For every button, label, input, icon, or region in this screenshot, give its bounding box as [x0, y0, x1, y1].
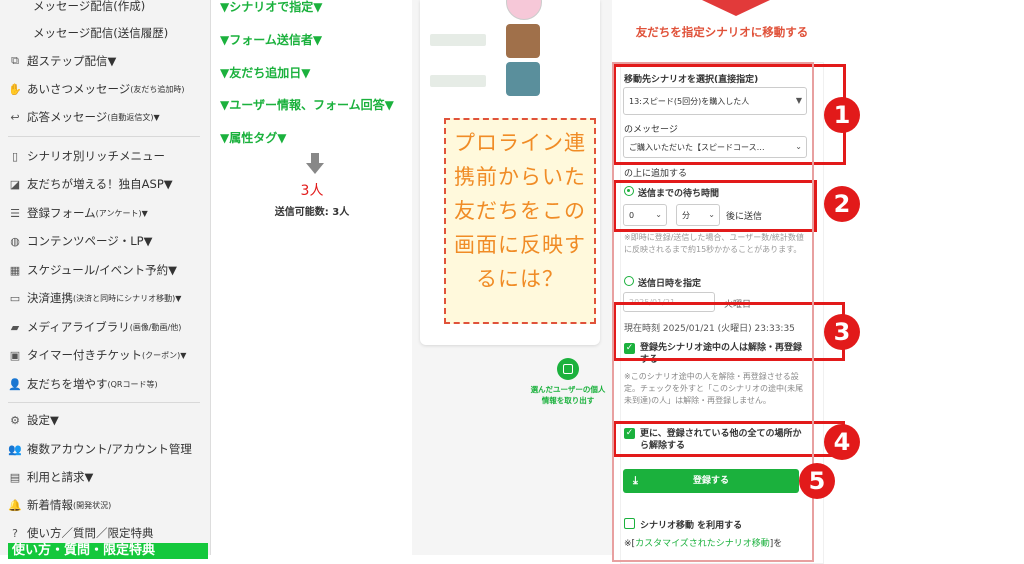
sidebar-item-note: (決済と同時にシナリオ移動)▼ [73, 293, 182, 303]
sidebar-item-form[interactable]: ☰ 登録フォーム (アンケート)▼ [8, 205, 206, 221]
sidebar-item-note: (アンケート)▼ [95, 208, 148, 218]
sidebar-item-label: あいさつメッセージ [27, 82, 131, 96]
annotation-number-3: 3 [824, 314, 860, 350]
filter-tags[interactable]: ▼属性タグ▼ [220, 129, 286, 146]
sidebar-item-label: 使い方／質問／限定特典 [27, 526, 154, 540]
hand-icon: ✋ [8, 82, 22, 96]
panel-title: 友だちを指定シナリオに移動する [635, 25, 809, 39]
user-plus-icon: 👤 [8, 377, 22, 391]
sidebar-item-note: (QRコード等) [107, 379, 158, 389]
avatar[interactable] [506, 0, 542, 20]
sidebar-item-label: シナリオ別リッチメニュー [27, 149, 165, 163]
sidebar-item-news[interactable]: 🔔 新着情報 (開発状況) [8, 497, 206, 513]
sidebar-item-payment[interactable]: ▭ 決済連携 (決済と同時にシナリオ移動)▼ [8, 290, 206, 306]
sidebar-item-help[interactable]: ? 使い方／質問／限定特典 [8, 525, 206, 541]
sidebar-item-asp[interactable]: ◪ 友だちが増える！独自ASP▼ [8, 176, 206, 192]
panel-outline [612, 62, 814, 562]
annotation-number-5: 5 [799, 463, 835, 499]
download-user-icon[interactable] [557, 358, 579, 380]
ticket-icon: ▣ [9, 348, 21, 362]
help-banner[interactable]: 使い方・質問・限定特典 [8, 543, 208, 559]
sidebar-item-label: 決済連携 [27, 291, 73, 305]
sidebar-item-media[interactable]: ▰ メディアライブラリ (画像/動画/他) [8, 319, 206, 335]
user-column: プロライン連携前からいた友だちをこの画面に反映するには？ 選んだユーザーの個人情… [412, 0, 612, 555]
sidebar-item-label: 応答メッセージ [27, 110, 108, 124]
user-count: 3人 [300, 183, 324, 199]
sidebar-item-settings[interactable]: ⚙ 設定▼ [8, 412, 206, 428]
sidebar-item-step[interactable]: ⧉ 超ステップ配信▼ [8, 53, 206, 69]
sidebar-item-label: 新着情報 [27, 498, 73, 512]
user-list: プロライン連携前からいた友だちをこの画面に反映するには？ [420, 0, 600, 345]
sidebar-item-content[interactable]: ◍ コンテンツページ・LP▼ [8, 233, 206, 249]
folder-icon: ▰ [10, 320, 20, 334]
sidebar-item-reply[interactable]: ↩ 応答メッセージ (自動返信文)▼ [8, 109, 206, 125]
sidebar-item-note: (自動返信文)▼ [107, 112, 160, 122]
blurred-name [430, 34, 486, 46]
avatar[interactable] [506, 62, 540, 96]
question-icon: ? [12, 526, 18, 540]
sidebar-item-note: (友だち追加時) [130, 84, 185, 94]
sidebar-item-label: タイマー付きチケット [27, 348, 142, 362]
filter-form-sender[interactable]: ▼フォーム送信者▼ [220, 31, 322, 48]
sidebar-item-label: スケジュール/イベント予約▼ [27, 263, 177, 277]
annotation-number-1: 1 [824, 97, 860, 133]
avatar[interactable] [506, 24, 540, 58]
sidebar-item-label: 複数アカウント/アカウント管理 [27, 442, 192, 456]
users-icon: 👥 [8, 442, 22, 456]
sidebar-item-label: 設定▼ [27, 413, 59, 427]
filter-user-info[interactable]: ▼ユーザー情報、フォーム回答▼ [220, 96, 394, 113]
sidebar-item-label: 友だちを増やす [27, 377, 108, 391]
extract-user-link[interactable]: 選んだユーザーの個人情報を取り出す [530, 384, 606, 406]
gear-icon: ⚙ [10, 413, 20, 427]
sitemap-icon: ⧉ [11, 54, 19, 67]
sidebar-item-label: 超ステップ配信▼ [27, 54, 117, 68]
sidebar-item-accounts[interactable]: 👥 複数アカウント/アカウント管理 [8, 441, 206, 457]
sendable-count: 送信可能数: 3人 [274, 207, 350, 218]
annotation-number-4: 4 [824, 424, 860, 460]
sidebar-item-label: 登録フォーム [27, 206, 96, 220]
megaphone-icon: ◪ [9, 177, 21, 191]
mobile-icon: ▯ [11, 149, 19, 163]
sidebar-subitem-create[interactable]: メッセージ配信(作成) [33, 0, 145, 14]
filter-scenario[interactable]: ▼シナリオで指定▼ [220, 0, 322, 15]
sidebar-divider [8, 136, 200, 137]
question-box: プロライン連携前からいた友だちをこの画面に反映するには？ [444, 118, 596, 324]
sidebar-item-note: (クーポン)▼ [142, 350, 187, 360]
sidebar: メッセージ配信(作成) メッセージ配信(送信履歴) ⧉ 超ステップ配信▼ ✋ あいさ… [0, 0, 211, 559]
sidebar-item-note: (開発状況) [73, 500, 112, 510]
filter-added-date[interactable]: ▼友だち追加日▼ [220, 64, 310, 81]
sidebar-item-grow[interactable]: 👤 友だちを増やす (QRコード等) [8, 376, 206, 392]
sidebar-item-note: (画像/動画/他) [129, 322, 182, 332]
sidebar-divider [8, 402, 200, 403]
sidebar-item-ticket[interactable]: ▣ タイマー付きチケット (クーポン)▼ [8, 347, 206, 363]
calendar-icon: ▦ [9, 263, 21, 277]
filter-column: ▼シナリオで指定▼ ▼フォーム送信者▼ ▼友だち追加日▼ ▼ユーザー情報、フォー… [212, 0, 413, 555]
sidebar-subitem-history[interactable]: メッセージ配信(送信履歴) [33, 25, 168, 41]
credit-card-icon: ▭ [9, 291, 21, 305]
annotation-number-2: 2 [824, 186, 860, 222]
bell-icon: 🔔 [8, 498, 22, 512]
list-icon: ☰ [10, 206, 20, 220]
billing-icon: ▤ [9, 470, 21, 484]
arrow-down-icon [702, 0, 770, 16]
sidebar-item-richmenu[interactable]: ▯ シナリオ別リッチメニュー [8, 148, 206, 164]
sidebar-item-label: コンテンツページ・LP▼ [27, 234, 153, 248]
sidebar-item-greeting[interactable]: ✋ あいさつメッセージ (友だち追加時) [8, 81, 206, 97]
globe-icon: ◍ [10, 234, 20, 248]
sidebar-item-label: メディアライブラリ [27, 320, 130, 334]
sidebar-item-label: 友だちが増える！独自ASP▼ [27, 177, 173, 191]
arrow-down-icon [306, 153, 324, 174]
reply-icon: ↩ [10, 110, 20, 124]
sidebar-item-label: 利用と請求▼ [27, 470, 94, 484]
blurred-name [430, 75, 486, 87]
sidebar-item-schedule[interactable]: ▦ スケジュール/イベント予約▼ [8, 262, 206, 278]
sidebar-item-billing[interactable]: ▤ 利用と請求▼ [8, 469, 206, 485]
